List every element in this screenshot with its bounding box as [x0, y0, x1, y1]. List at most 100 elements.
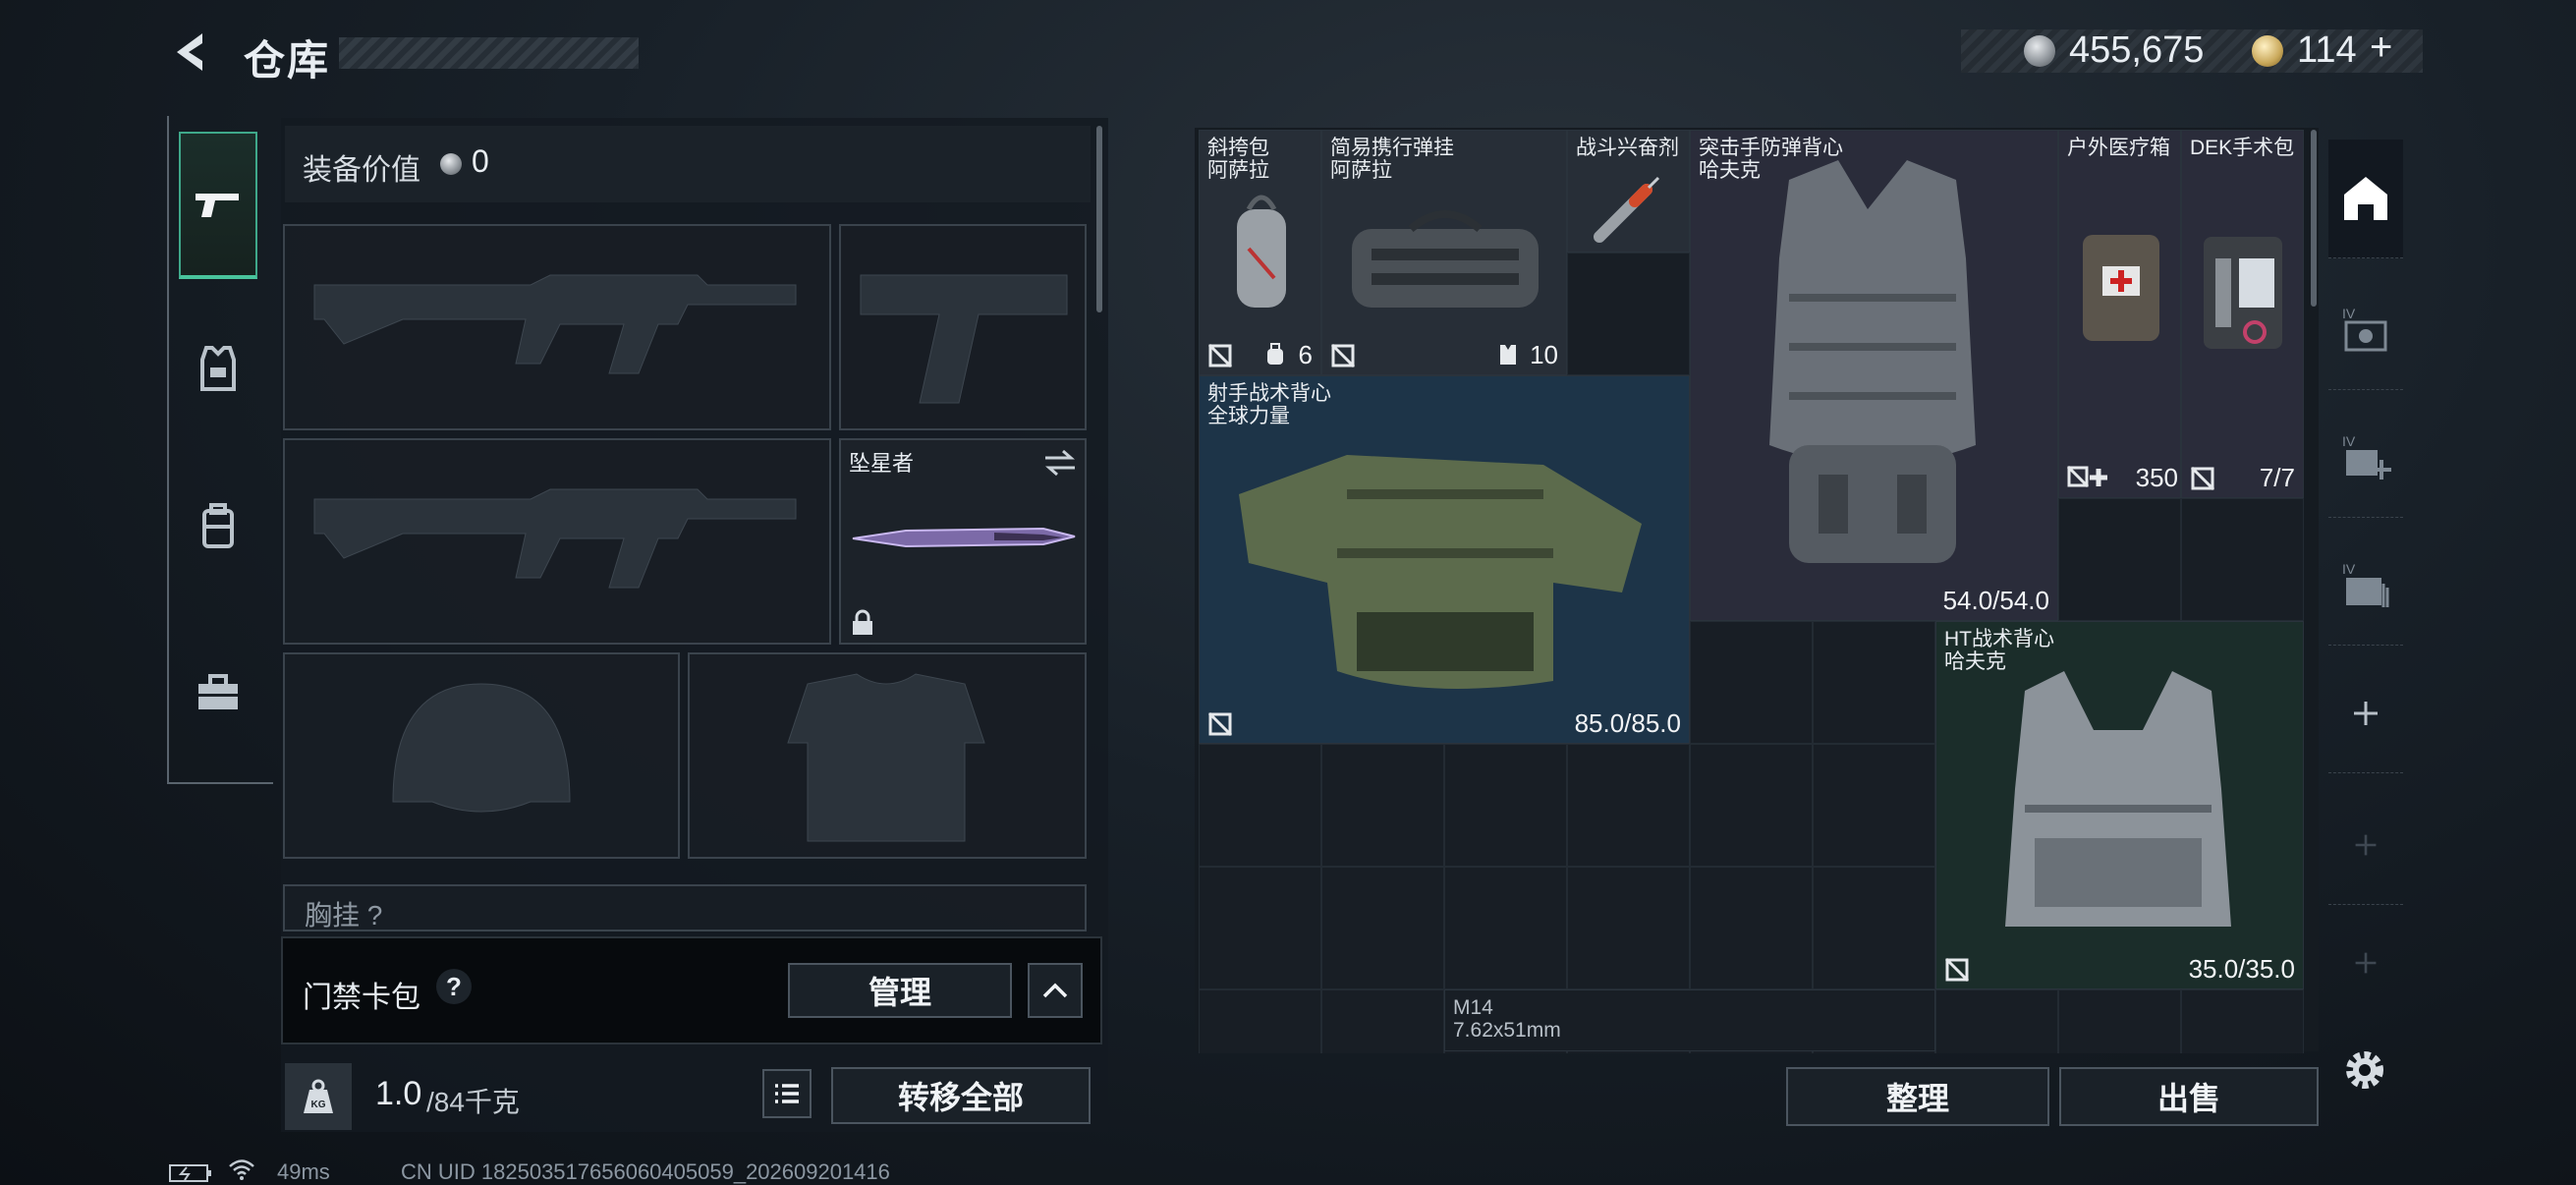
stash-item[interactable]: 突击手防弹背心 哈夫克 54.0/54.0 — [1690, 130, 2058, 621]
no-insure-icon — [2190, 466, 2215, 491]
stash-item[interactable]: 户外医疗箱 350 — [2058, 130, 2181, 498]
stash-cell[interactable] — [1690, 867, 1813, 989]
stash-cell[interactable] — [2058, 989, 2181, 1053]
weight-icon: KG — [304, 1079, 333, 1113]
item-value: 10 — [1530, 340, 1558, 369]
item-name: 战斗兴奋剂 — [1576, 137, 1679, 159]
back-arrow-icon[interactable] — [167, 28, 216, 77]
no-insure-icon — [1207, 711, 1233, 737]
melee-slot[interactable]: 坠星者 — [839, 438, 1087, 645]
no-insure-icon — [1207, 343, 1233, 368]
stash-page-4[interactable]: IV — [2328, 527, 2403, 646]
add-stash-page-button[interactable] — [2328, 654, 2403, 773]
stash-cell[interactable] — [2058, 498, 2181, 621]
item-value: 85.0/85.0 — [1574, 708, 1681, 738]
stash-item[interactable]: DEK手术包 7/7 — [2181, 130, 2304, 498]
primary-weapon-slot[interactable] — [283, 224, 831, 430]
body-armor-slot[interactable] — [688, 652, 1087, 859]
page-title: 仓库 — [244, 37, 331, 84]
list-view-button[interactable] — [762, 1069, 812, 1118]
locked-stash-slot — [2328, 786, 2403, 905]
armor-icon — [200, 346, 236, 391]
item-name: M14 7.62x51mm — [1453, 996, 1561, 1042]
uid-text: CN UID 182503517656060405059_20260920141… — [401, 1159, 890, 1184]
tab-armor[interactable] — [179, 295, 257, 442]
stash-cell[interactable] — [1813, 867, 1935, 989]
stash-cell[interactable] — [1813, 621, 1935, 744]
stash-item[interactable]: M14 7.62x51mm — [1444, 989, 1935, 1051]
item-name: 斜挎包 阿萨拉 — [1207, 137, 1269, 182]
swap-icon[interactable] — [1043, 448, 1077, 478]
stimulant-injector-icon — [1594, 176, 1660, 243]
stash-cell[interactable] — [1321, 744, 1444, 867]
stash-cell[interactable] — [1321, 989, 1444, 1053]
stash-cell[interactable] — [1444, 744, 1567, 867]
stash-item[interactable]: 斜挎包 阿萨拉 6 — [1199, 130, 1321, 375]
stash-cell[interactable] — [1567, 253, 1690, 375]
tab-weapons[interactable] — [179, 132, 257, 279]
item-value: 35.0/35.0 — [2188, 954, 2295, 984]
item-value: 54.0/54.0 — [1942, 586, 2049, 615]
stash-cell[interactable] — [1199, 867, 1321, 989]
stash-page-2[interactable]: IV — [2328, 271, 2403, 390]
item-value: 7/7 — [2259, 463, 2295, 492]
svg-text:IV: IV — [2342, 433, 2356, 449]
stash-item[interactable]: 简易携行弹挂 阿萨拉 10 — [1321, 130, 1567, 375]
expand-button[interactable] — [1028, 963, 1083, 1018]
tab-backpack[interactable] — [179, 452, 257, 599]
sort-button[interactable]: 整理 — [1786, 1067, 2049, 1126]
transfer-all-button[interactable]: 转移全部 — [831, 1067, 1091, 1124]
item-name: DEK手术包 — [2190, 137, 2295, 159]
add-currency-button[interactable]: + — [2370, 26, 2392, 70]
helmet-slot[interactable] — [283, 652, 680, 859]
stash-cell[interactable] — [2181, 498, 2304, 621]
stash-scrollbar[interactable] — [2311, 130, 2317, 307]
stash-cell[interactable] — [1690, 744, 1813, 867]
stash-cell[interactable] — [1199, 744, 1321, 867]
tab-case[interactable] — [179, 619, 257, 766]
list-icon — [775, 1084, 799, 1103]
weight-current: 1.0 — [375, 1075, 422, 1112]
silver-coin-icon — [2024, 35, 2055, 67]
settings-gear-icon[interactable] — [2340, 1045, 2389, 1095]
tertiary-weapon-slot[interactable] — [283, 438, 831, 645]
melee-knife-icon — [852, 527, 1076, 548]
stash-cell[interactable] — [1690, 621, 1813, 744]
stash-cell[interactable] — [1321, 867, 1444, 989]
silver-coin-icon — [440, 153, 462, 175]
marksman-vest-icon — [1239, 455, 1642, 689]
no-insure-icon — [1944, 957, 1970, 983]
svg-text:IV: IV — [2342, 561, 2356, 577]
svg-text:IV: IV — [2342, 306, 2356, 321]
keycard-help-button[interactable]: ? — [436, 969, 472, 1004]
stash-item[interactable]: 射手战术背心 全球力量 85.0/85.0 — [1199, 375, 1690, 744]
stash-cell[interactable] — [1567, 744, 1690, 867]
gold-coin-icon — [2252, 35, 2283, 67]
stash-cell[interactable] — [1567, 867, 1690, 989]
plus-icon — [2355, 834, 2377, 856]
stash-page-3[interactable]: IV — [2328, 399, 2403, 518]
lock-icon — [853, 609, 872, 635]
item-value: 6 — [1298, 340, 1313, 369]
stash-cell[interactable] — [1813, 744, 1935, 867]
stash-item[interactable]: HT战术背心 哈夫克 35.0/35.0 — [1935, 621, 2304, 989]
rifle-silhouette-icon — [313, 488, 797, 589]
item-name: 户外医疗箱 — [2067, 137, 2170, 159]
pistol-icon — [196, 194, 239, 217]
stash-cell[interactable] — [1444, 867, 1567, 989]
stash-item[interactable]: 战斗兴奋剂 — [1567, 130, 1690, 253]
stash-cell[interactable] — [2181, 989, 2304, 1053]
ht-vest-icon — [2005, 671, 2231, 927]
wifi-icon — [229, 1159, 254, 1180]
equipment-scrollbar[interactable] — [1096, 126, 1102, 312]
chest-rig-section[interactable]: 胸挂 ? — [283, 884, 1087, 931]
sell-button[interactable]: 出售 — [2059, 1067, 2319, 1126]
stash-cell[interactable] — [1199, 989, 1321, 1053]
briefcase-icon — [198, 674, 238, 709]
stash-cell[interactable] — [1935, 989, 2058, 1053]
silver-amount: 455,675 — [2069, 29, 2205, 71]
capacity-bag-icon — [1267, 343, 1283, 365]
manage-button[interactable]: 管理 — [788, 963, 1012, 1018]
secondary-weapon-slot[interactable] — [839, 224, 1087, 430]
stash-page-main[interactable] — [2328, 140, 2403, 258]
